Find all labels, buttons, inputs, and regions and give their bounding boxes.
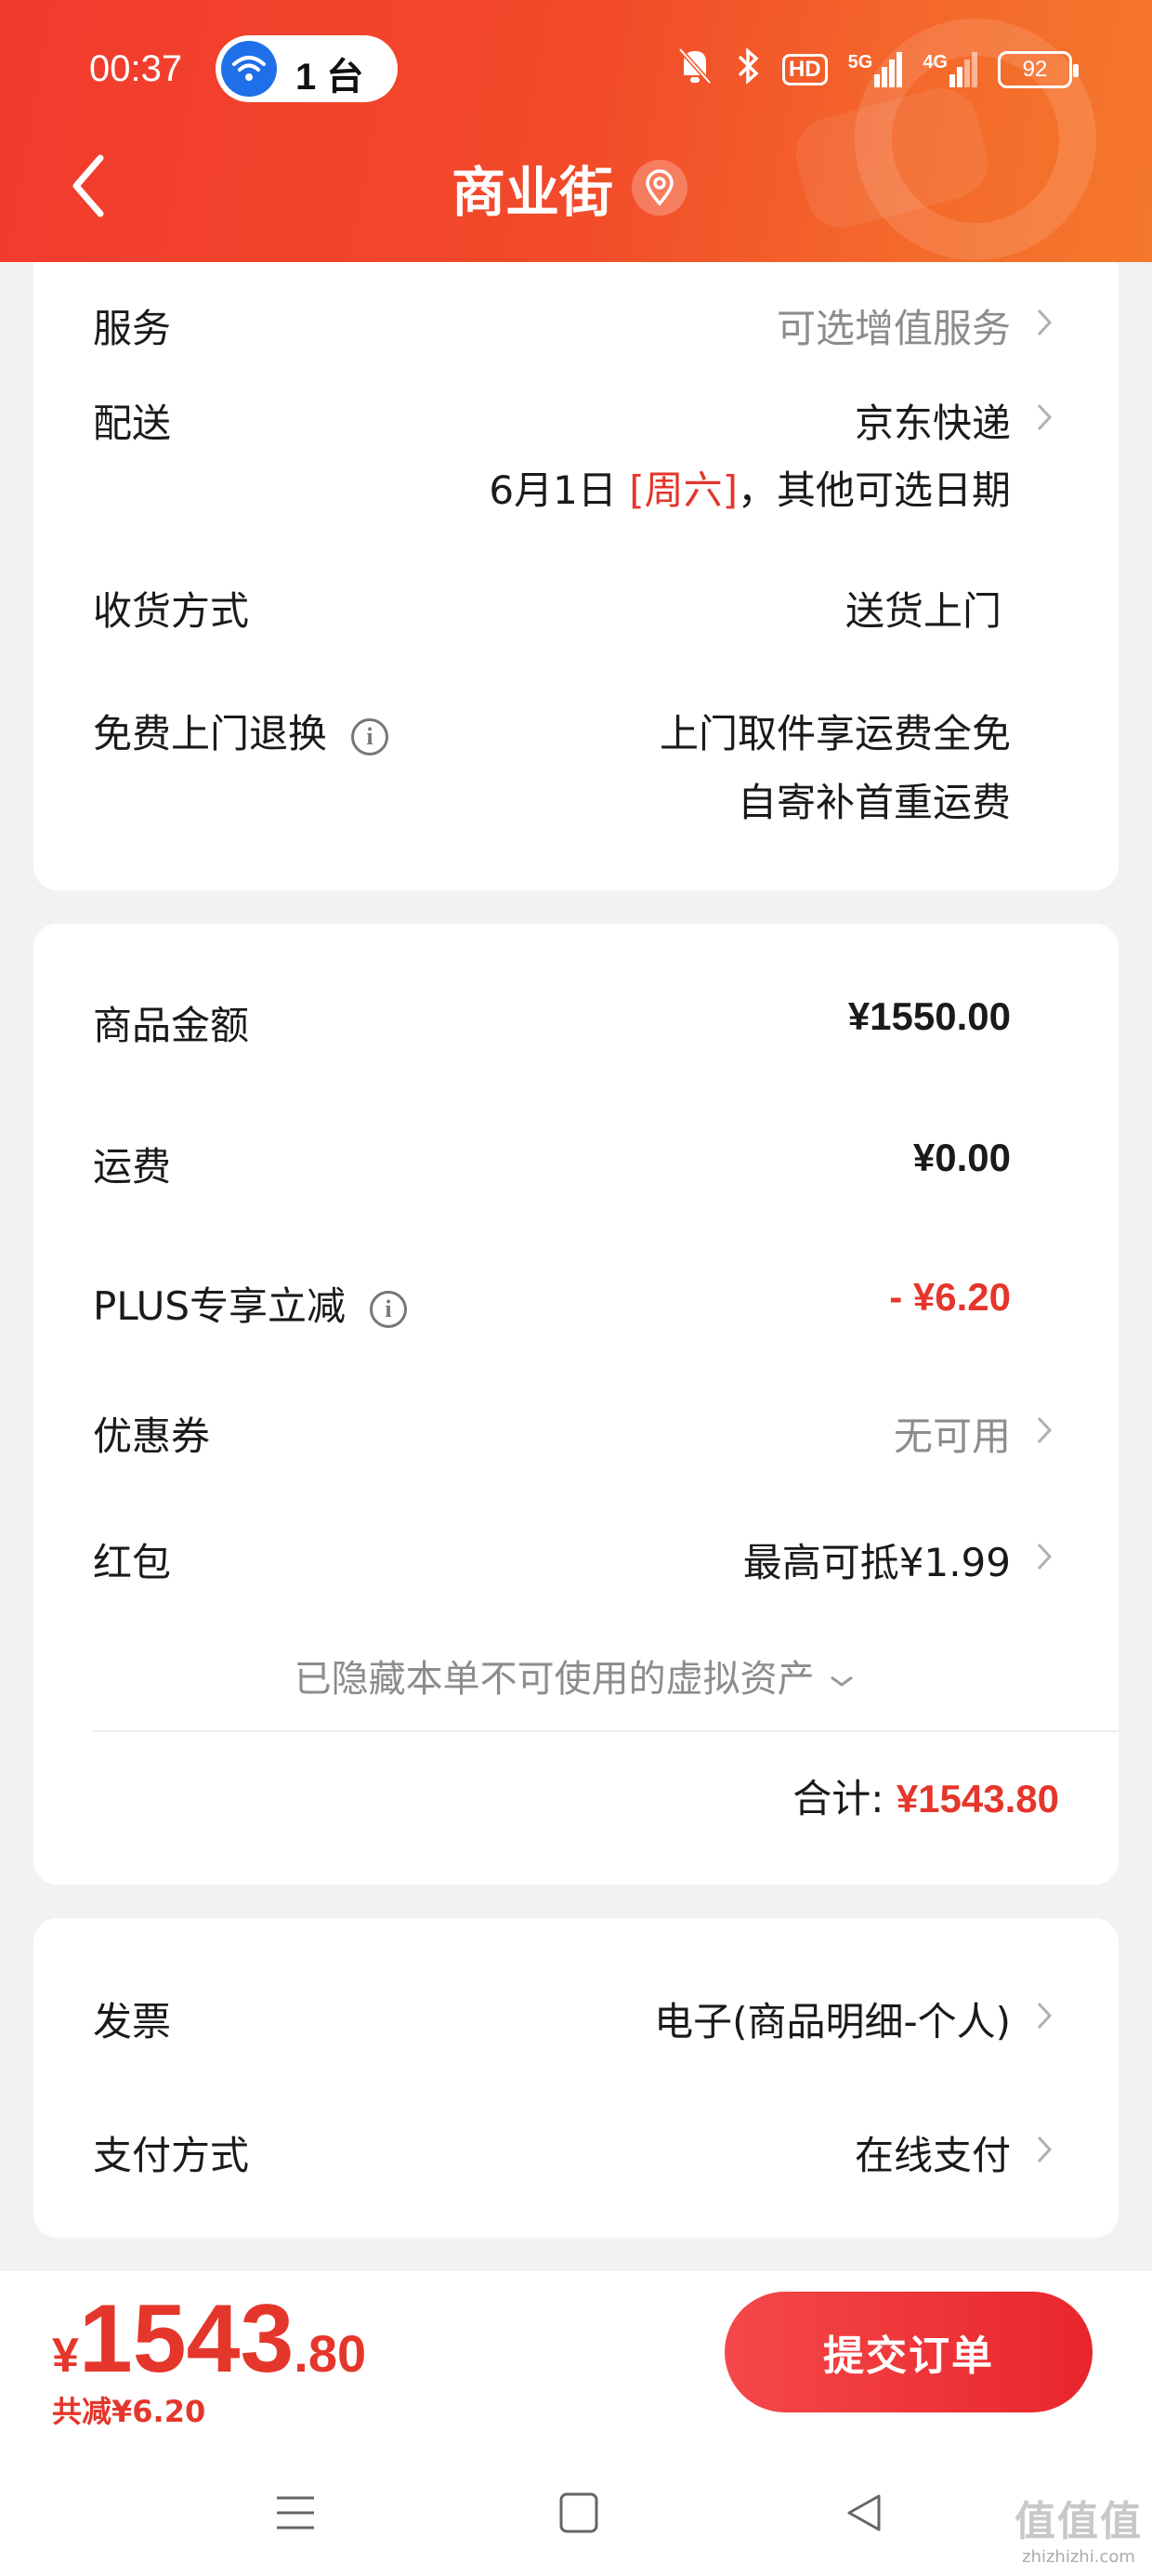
- payment-method-row[interactable]: 支付方式 在线支付: [93, 2124, 1059, 2180]
- shipping-row: 运费 ¥0.00: [93, 1136, 1059, 1191]
- plus-discount-label-text: PLUS专享立减: [93, 1283, 347, 1329]
- plus-discount-row: PLUS专享立减 i - ¥6.20: [93, 1275, 1059, 1331]
- goods-amount-row: 商品金额 ¥1550.00: [93, 994, 1059, 1050]
- signal-5g-icon: 5G: [848, 52, 903, 87]
- chevron-down-icon: [831, 1676, 854, 1687]
- watermark: 值值值 zhizhizhi.com: [1015, 2488, 1143, 2567]
- delivery-label: 配送: [93, 401, 172, 446]
- hd-icon: HD: [781, 54, 828, 85]
- invoice-value: 电子(商品明细-个人): [654, 1999, 1011, 2044]
- service-label: 服务: [93, 306, 172, 351]
- invoice-card: 发票 电子(商品明细-个人) 支付方式 在线支付: [33, 1918, 1119, 2238]
- delivery-card: 服务 可选增值服务 配送 京东快递 6月1日 [周六]，其他可选日期 收货方式 …: [33, 262, 1119, 890]
- menu-icon[interactable]: [268, 2485, 323, 2541]
- coupon-label: 优惠券: [93, 1413, 211, 1459]
- chevron-right-icon: [1037, 309, 1053, 336]
- amount-card: 商品金额 ¥1550.00 运费 ¥0.00 PLUS专享立减 i - ¥6.20…: [33, 924, 1119, 1885]
- coupon-row[interactable]: 优惠券 无可用: [93, 1405, 1059, 1461]
- status-bar: 00:37 1 台 HD 5G 4G 92: [0, 35, 1152, 102]
- plus-discount-label: PLUS专享立减 i: [93, 1275, 408, 1332]
- goods-amount-label: 商品金额: [93, 1003, 250, 1048]
- chevron-right-icon: [1037, 2136, 1053, 2163]
- divider: [93, 1730, 1119, 1732]
- total: 合计: ¥1543.80: [792, 1768, 1059, 1824]
- info-icon[interactable]: i: [370, 1290, 408, 1328]
- system-icons: HD 5G 4G 92: [676, 46, 1079, 94]
- currency-symbol: ¥: [52, 2329, 79, 2383]
- free-return-row-2: 自寄补首重运费: [93, 771, 1059, 827]
- back-button[interactable]: [61, 149, 117, 223]
- shipping-value: ¥0.00: [912, 1136, 1011, 1179]
- total-row: 合计: ¥1543.80: [93, 1768, 1059, 1823]
- receive-method-label: 收货方式: [93, 588, 250, 634]
- service-value: 可选增值服务: [776, 306, 1011, 351]
- status-time: 00:37: [89, 48, 183, 89]
- delivery-row[interactable]: 配送 京东快递: [93, 392, 1059, 448]
- delivery-date-prefix: 6月1日: [489, 467, 630, 513]
- system-nav-bar: [0, 2485, 1152, 2559]
- invoice-row[interactable]: 发票 电子(商品明细-个人): [93, 1991, 1059, 2046]
- bell-off-icon: [676, 46, 713, 94]
- receive-method-value: 送货上门: [844, 588, 1001, 634]
- hotspot-pill[interactable]: 1 台: [216, 35, 398, 102]
- wifi-icon: [221, 41, 277, 97]
- chevron-right-icon: [1037, 2002, 1053, 2030]
- red-packet-row[interactable]: 红包 最高可抵¥1.99: [93, 1531, 1059, 1587]
- payment-method-value: 在线支付: [854, 2133, 1011, 2178]
- total-label: 合计:: [792, 1776, 884, 1821]
- coupon-value: 无可用: [893, 1413, 1011, 1459]
- total-value: ¥1543.80: [896, 1777, 1059, 1820]
- free-return-row: 免费上门退换 i 上门取件享运费全免: [93, 703, 1059, 758]
- submit-order-button[interactable]: 提交订单: [725, 2292, 1093, 2412]
- watermark-url: zhizhizhi.com: [1022, 2547, 1135, 2567]
- location-icon[interactable]: [632, 160, 688, 216]
- price-decimal: .80: [294, 2324, 367, 2383]
- chevron-right-icon: [1037, 1416, 1053, 1444]
- delivery-value: 京东快递: [854, 401, 1011, 446]
- receive-method-row: 收货方式 送货上门: [93, 580, 1059, 636]
- header: 00:37 1 台 HD 5G 4G 92 商业街: [0, 0, 1152, 262]
- battery-indicator: 92: [998, 51, 1079, 88]
- plus-discount-value: - ¥6.20: [889, 1275, 1011, 1319]
- service-row[interactable]: 服务 可选增值服务: [93, 297, 1059, 353]
- info-icon[interactable]: i: [351, 717, 389, 756]
- store-title-area[interactable]: 商业街: [452, 149, 688, 227]
- payment-method-label: 支付方式: [93, 2133, 250, 2178]
- hotspot-count: 1 台: [295, 57, 364, 98]
- red-packet-label: 红包: [93, 1540, 172, 1585]
- price-integer: 1543: [78, 2285, 295, 2393]
- shipping-label: 运费: [93, 1144, 172, 1189]
- free-return-label-text: 免费上门退换: [93, 711, 328, 756]
- delivery-date: 6月1日 [周六]，其他可选日期: [489, 459, 1011, 516]
- chevron-right-icon: [1037, 403, 1053, 431]
- back-triangle-icon[interactable]: [836, 2485, 892, 2541]
- chevron-left-icon: [72, 154, 104, 217]
- delivery-date-row[interactable]: 6月1日 [周六]，其他可选日期: [93, 459, 1059, 515]
- hidden-assets-toggle[interactable]: 已隐藏本单不可使用的虚拟资产: [33, 1649, 1119, 1702]
- free-return-value-2: 自寄补首重运费: [737, 780, 1011, 825]
- checkout-bar: ¥1543.80 共减¥6.20 提交订单 值值值 zhizhizhi.com: [0, 2271, 1152, 2576]
- chevron-right-icon: [1037, 1543, 1053, 1571]
- goods-amount-value: ¥1550.00: [847, 994, 1011, 1038]
- hidden-assets-hint: 已隐藏本单不可使用的虚拟资产: [294, 1658, 815, 1701]
- red-packet-value: 最高可抵¥1.99: [742, 1540, 1011, 1585]
- invoice-label: 发票: [93, 1999, 172, 2044]
- watermark-logo: 值值值: [1015, 2498, 1143, 2545]
- free-return-value-1: 上门取件享运费全免: [659, 711, 1011, 756]
- bluetooth-icon: [734, 46, 762, 94]
- delivery-date-suffix: ，其他可选日期: [737, 467, 1011, 513]
- total-saved: 共减¥6.20: [52, 2394, 206, 2429]
- page-title: 商业街: [452, 161, 614, 224]
- delivery-date-day: [周六]: [629, 467, 738, 513]
- free-return-label: 免费上门退换 i: [93, 703, 389, 759]
- signal-4g-icon: 4G: [923, 52, 977, 87]
- nav-bar: 商业街: [0, 139, 1152, 232]
- final-price: ¥1543.80: [52, 2284, 366, 2395]
- home-icon[interactable]: [550, 2485, 606, 2541]
